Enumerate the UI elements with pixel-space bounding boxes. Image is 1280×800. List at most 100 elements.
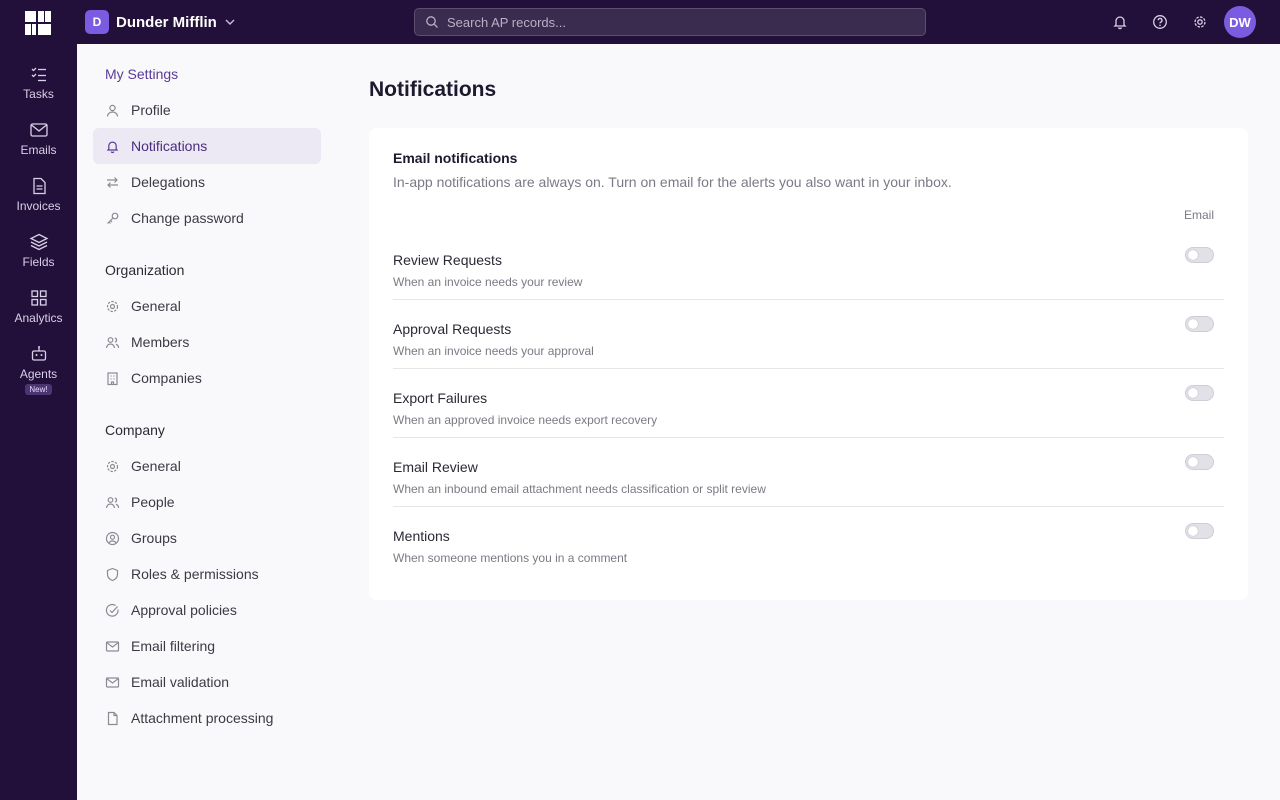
nav-item-people[interactable]: People xyxy=(93,484,321,520)
search-icon xyxy=(426,16,438,28)
email-toggle[interactable] xyxy=(1185,385,1214,401)
nav-label: Email filtering xyxy=(131,638,216,654)
org-avatar: D xyxy=(85,10,109,34)
rail-item-emails[interactable]: Emails xyxy=(0,120,77,170)
bell-icon xyxy=(106,141,119,153)
nav-item-org-general[interactable]: General xyxy=(93,288,321,324)
org-name: Dunder Mifflin xyxy=(116,13,217,31)
rail-label: Analytics xyxy=(14,311,63,325)
nav-item-companies[interactable]: Companies xyxy=(93,360,321,396)
nav-label: General xyxy=(131,458,181,474)
rail-item-agents[interactable]: Agents New! xyxy=(0,344,77,402)
users-icon xyxy=(105,336,120,348)
row-title: Approval Requests xyxy=(393,321,512,337)
check-circle-icon xyxy=(105,603,119,617)
section-title-organization: Organization xyxy=(105,262,185,278)
document-icon xyxy=(32,177,46,195)
user-circle-icon xyxy=(105,531,120,545)
notifications-button[interactable] xyxy=(1110,12,1130,32)
grid-icon xyxy=(30,290,47,306)
search-bar[interactable] xyxy=(414,8,926,36)
users-icon xyxy=(105,496,120,508)
mail-icon xyxy=(105,676,120,688)
email-notifications-card: Email notifications In-app notifications… xyxy=(369,128,1248,600)
page-title: Notifications xyxy=(369,78,497,101)
nav-label: Attachment processing xyxy=(131,710,274,726)
mail-icon xyxy=(29,123,48,137)
section-title-my-settings: My Settings xyxy=(105,66,179,82)
email-toggle[interactable] xyxy=(1185,247,1214,263)
help-icon xyxy=(1153,15,1167,29)
toggle-knob xyxy=(1188,457,1198,467)
nav-item-notifications[interactable]: Notifications xyxy=(93,128,321,164)
app-rail: Tasks Emails Invoices Fields Analytics A… xyxy=(0,44,77,800)
email-toggle[interactable] xyxy=(1185,523,1214,539)
email-toggle[interactable] xyxy=(1185,316,1214,332)
mail-icon xyxy=(105,640,120,652)
building-icon xyxy=(107,371,118,385)
toggle-knob xyxy=(1188,526,1198,536)
settings-button[interactable] xyxy=(1190,12,1210,32)
nav-label: Delegations xyxy=(131,174,205,190)
user-icon xyxy=(106,104,119,117)
nav-item-delegations[interactable]: Delegations xyxy=(93,164,321,200)
toggle-knob xyxy=(1188,319,1198,329)
nav-item-members[interactable]: Members xyxy=(93,324,321,360)
search-input[interactable] xyxy=(447,14,907,30)
card-title: Email notifications xyxy=(393,150,518,166)
robot-icon xyxy=(31,346,46,361)
notification-row-mentions: Mentions When someone mentions you in a … xyxy=(393,507,1224,576)
nav-label: Approval policies xyxy=(131,602,237,618)
email-toggle[interactable] xyxy=(1185,454,1214,470)
top-bar: D Dunder Mifflin DW xyxy=(0,0,1280,44)
nav-label: Email validation xyxy=(131,674,230,690)
notification-row-approval-requests: Approval Requests When an invoice needs … xyxy=(393,300,1224,369)
nav-item-approval-policies[interactable]: Approval policies xyxy=(93,592,321,628)
nav-label: People xyxy=(131,494,175,510)
nav-label: Change password xyxy=(131,210,244,226)
layers-icon xyxy=(29,233,48,251)
nav-label: Roles & permissions xyxy=(131,566,259,582)
row-description: When an invoice needs your review xyxy=(393,275,583,289)
rail-label: Fields xyxy=(22,255,55,269)
help-button[interactable] xyxy=(1150,12,1170,32)
toggle-knob xyxy=(1188,388,1198,398)
notification-row-export-failures: Export Failures When an approved invoice… xyxy=(393,369,1224,438)
rail-item-fields[interactable]: Fields xyxy=(0,232,77,282)
row-description: When an approved invoice needs export re… xyxy=(393,413,658,427)
nav-item-roles-permissions[interactable]: Roles & permissions xyxy=(93,556,321,592)
nav-item-email-filtering[interactable]: Email filtering xyxy=(93,628,321,664)
rail-label: Tasks xyxy=(23,87,54,101)
logo-icon[interactable] xyxy=(25,11,51,35)
row-title: Export Failures xyxy=(393,390,488,406)
rail-label: Emails xyxy=(20,143,57,157)
rail-item-tasks[interactable]: Tasks xyxy=(0,64,77,114)
notification-row-review-requests: Review Requests When an invoice needs yo… xyxy=(393,231,1224,300)
row-description: When an invoice needs your approval xyxy=(393,344,594,358)
nav-label: Groups xyxy=(131,530,177,546)
nav-item-profile[interactable]: Profile xyxy=(93,92,321,128)
file-icon xyxy=(107,711,118,725)
nav-item-groups[interactable]: Groups xyxy=(93,520,321,556)
toggle-knob xyxy=(1188,250,1198,260)
row-description: When an inbound email attachment needs c… xyxy=(393,482,766,496)
nav-label: Members xyxy=(131,334,190,350)
nav-item-change-password[interactable]: Change password xyxy=(93,200,321,236)
email-column-header: Email xyxy=(1184,208,1215,222)
bell-icon xyxy=(1113,16,1127,30)
row-description: When someone mentions you in a comment xyxy=(393,551,628,565)
rail-item-analytics[interactable]: Analytics xyxy=(0,288,77,338)
rail-label: Invoices xyxy=(16,199,61,213)
user-avatar[interactable]: DW xyxy=(1224,6,1256,38)
settings-nav: My Settings Profile Notifications Delega… xyxy=(77,44,341,800)
swap-icon xyxy=(107,176,118,188)
row-title: Mentions xyxy=(393,528,450,544)
nav-item-email-validation[interactable]: Email validation xyxy=(93,664,321,700)
nav-item-company-general[interactable]: General xyxy=(93,448,321,484)
section-title-company: Company xyxy=(105,422,165,438)
org-switcher[interactable]: D Dunder Mifflin xyxy=(85,10,235,34)
rail-item-invoices[interactable]: Invoices xyxy=(0,176,77,226)
nav-label: General xyxy=(131,298,181,314)
nav-item-attachment-processing[interactable]: Attachment processing xyxy=(93,700,321,736)
nav-label: Companies xyxy=(131,370,202,386)
